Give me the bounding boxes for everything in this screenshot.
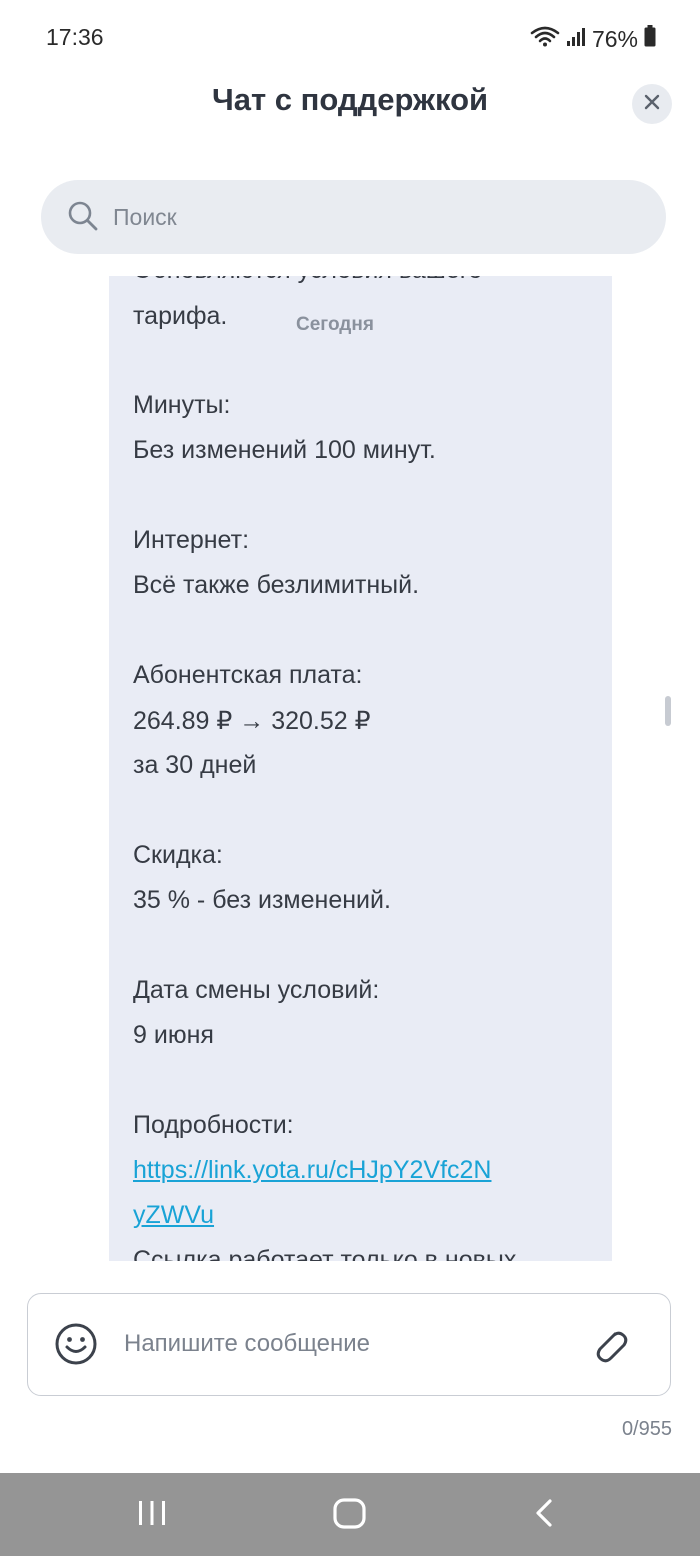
message-line: Без изменений 100 минут. [133,436,436,464]
battery-percent: 76% [591,25,638,52]
support-message-bubble: Обновляются условия вашего тарифа. Сегод… [109,276,612,1261]
battery-icon [644,25,656,53]
wifi-icon [530,25,560,53]
char-counter: 0/955 [621,1418,672,1440]
chat-messages[interactable]: Обновляются условия вашего тарифа. Сегод… [0,276,700,1261]
composer-area: Напишите сообщение 0/955 [0,1265,700,1473]
message-line: за 30 дней [133,751,257,779]
status-icons: 76% [530,24,656,54]
page-title: Чат с поддержкой [211,82,489,117]
scrollbar-thumb[interactable] [665,696,671,726]
message-line: Минуты: [133,391,231,419]
message-timestamp: Сегодня [296,314,374,335]
message-placeholder: Напишите сообщение [124,1330,371,1357]
details-link[interactable]: yZWVu [133,1201,593,1230]
message-line: Интернет: [133,526,250,554]
status-bar: 17:36 76% [0,0,700,78]
message-line: 264.89 ₽ → 320.52 ₽ [133,707,371,735]
emoji-icon[interactable] [54,1322,98,1370]
search-placeholder: Поиск [113,204,177,230]
message-line: Скидка: [133,841,223,869]
close-icon [644,94,660,114]
recents-icon[interactable] [136,1493,168,1537]
system-nav-bar [0,1473,700,1556]
details-link[interactable]: https://link.yota.ru/cHJpY2Vfc2N [133,1156,593,1185]
status-time: 17:36 [46,24,104,50]
close-button[interactable] [632,84,672,124]
message-line: Абонентская плата: [133,661,363,689]
search-icon [67,200,99,236]
search-input[interactable]: Поиск [41,180,666,254]
message-line: Подробности: [133,1111,294,1139]
message-line: Дата смены условий: [133,976,380,1004]
signal-icon [566,26,586,53]
paperclip-icon[interactable] [588,1324,632,1372]
message-line: 35 % - без изменений. [133,886,391,914]
message-line: Обновляются условия вашего [133,276,593,285]
message-text: тарифа. [133,302,228,330]
message-input[interactable]: Напишите сообщение [27,1293,671,1396]
back-icon[interactable] [530,1493,560,1537]
message-line: Ссылка работает только в новых [133,1246,517,1261]
message-line: 9 июня [133,1021,214,1049]
home-icon[interactable] [330,1493,370,1537]
message-line: Всё также безлимитный. [133,571,420,599]
